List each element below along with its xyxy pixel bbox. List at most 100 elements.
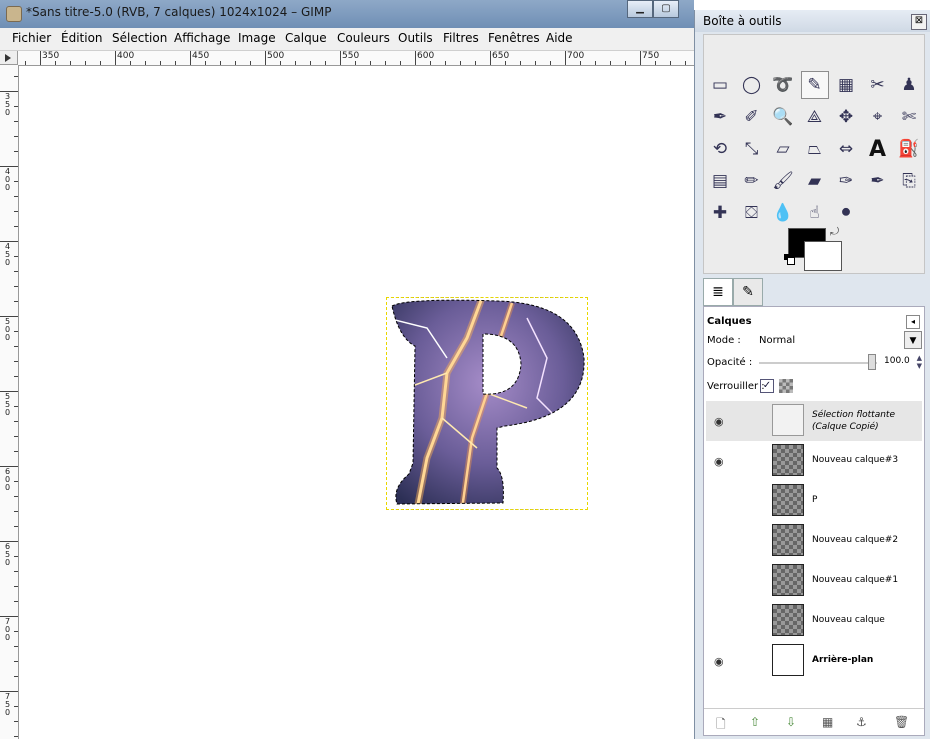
move-icon[interactable]: ✥ xyxy=(832,103,860,131)
menu-9[interactable]: Fenêtres xyxy=(488,31,540,45)
airbrush-icon[interactable]: ✑ xyxy=(832,167,860,195)
layer-row[interactable]: Nouveau calque#1 xyxy=(706,561,922,601)
visibility-eye-icon[interactable]: ◉ xyxy=(714,415,724,428)
layer-row[interactable]: Nouveau calque xyxy=(706,601,922,641)
opacity-spin-button[interactable]: ▲ ▼ xyxy=(917,354,922,370)
foreground-select-icon[interactable]: ♟ xyxy=(895,71,923,99)
flip-icon[interactable]: ⇔ xyxy=(832,135,860,163)
anchor-layer-icon[interactable]: ⚓ xyxy=(856,715,867,729)
raise-layer-icon[interactable]: ⇧ xyxy=(750,715,760,729)
blur-icon[interactable]: 💧 xyxy=(769,199,797,227)
layer-thumbnail[interactable] xyxy=(772,564,804,596)
clone-icon[interactable]: ⎘ xyxy=(895,167,923,195)
paintbrush-icon[interactable]: 🖌 xyxy=(769,167,797,195)
opacity-slider-thumb[interactable] xyxy=(868,354,876,370)
perspective-icon[interactable]: ⏢ xyxy=(801,135,829,163)
ellipse-select-icon[interactable]: ◯ xyxy=(738,71,766,99)
layer-name[interactable]: Sélection flottante (Calque Copié) xyxy=(812,409,920,433)
menu-0[interactable]: Fichier xyxy=(12,31,51,45)
layer-thumbnail[interactable] xyxy=(772,444,804,476)
opacity-value[interactable]: 100.0 xyxy=(884,356,910,366)
eraser-icon[interactable]: ▰ xyxy=(801,167,829,195)
menu-2[interactable]: Sélection xyxy=(112,31,167,45)
layer-row[interactable]: ◉ Arrière-plan xyxy=(706,641,922,681)
ruler-corner-menu[interactable] xyxy=(0,51,18,65)
color-select-icon[interactable]: ▦ xyxy=(832,71,860,99)
rect-select-icon[interactable]: ▭ xyxy=(706,71,734,99)
mode-select-value[interactable]: Normal xyxy=(759,335,795,346)
lower-layer-icon[interactable]: ⇩ xyxy=(786,715,796,729)
perspective-clone-icon[interactable]: ⛋ xyxy=(738,199,766,227)
layer-row[interactable]: ◉ Sélection flottante (Calque Copié) xyxy=(706,401,922,441)
smudge-icon[interactable]: ☝ xyxy=(801,199,829,227)
menu-6[interactable]: Couleurs xyxy=(337,31,390,45)
layer-thumbnail[interactable] xyxy=(772,524,804,556)
layer-thumbnail[interactable] xyxy=(772,404,804,436)
free-select-icon[interactable]: ➰ xyxy=(769,71,797,99)
layer-name[interactable]: Arrière-plan xyxy=(812,655,873,665)
image-canvas[interactable] xyxy=(19,66,694,739)
text-icon[interactable]: A xyxy=(864,135,892,163)
delete-layer-icon[interactable]: 🗑 xyxy=(894,715,909,729)
menu-4[interactable]: Image xyxy=(238,31,276,45)
layer-name[interactable]: Nouveau calque xyxy=(812,615,885,625)
new-layer-icon[interactable]: 🗋 xyxy=(716,715,726,736)
menu-1[interactable]: Édition xyxy=(61,31,103,45)
vertical-ruler[interactable]: 350 400 450 500 550 600 650 700 750 xyxy=(0,65,19,739)
toolbox-close-button[interactable]: ⊠ xyxy=(911,14,927,30)
paths-icon[interactable]: ✒ xyxy=(706,103,734,131)
visibility-eye-icon[interactable]: ◉ xyxy=(714,455,724,468)
swap-colors-icon[interactable]: ⤾ xyxy=(830,225,839,239)
visibility-eye-icon[interactable]: ◉ xyxy=(714,655,724,668)
rotate-icon[interactable]: ⟲ xyxy=(706,135,734,163)
menu-10[interactable]: Aide xyxy=(546,31,573,45)
zoom-icon[interactable]: 🔍 xyxy=(769,103,797,131)
menu-8[interactable]: Filtres xyxy=(443,31,479,45)
crop-icon[interactable]: ✄ xyxy=(895,103,923,131)
measure-icon[interactable]: ⟁ xyxy=(801,103,829,131)
horizontal-ruler[interactable]: 350 400 450 500 550 600 650 700 750 xyxy=(18,51,694,66)
tab-layers[interactable]: ≣ xyxy=(703,278,733,306)
minimize-button[interactable]: ▁ xyxy=(627,0,653,18)
lock-alpha-icon[interactable] xyxy=(779,379,793,393)
duplicate-layer-icon[interactable]: ▦ xyxy=(822,715,833,729)
mode-dropdown-button[interactable]: ▼ xyxy=(904,331,922,349)
menu-3[interactable]: Affichage xyxy=(174,31,230,45)
menu-5[interactable]: Calque xyxy=(285,31,327,45)
layer-name[interactable]: P xyxy=(812,495,817,505)
layer-thumbnail[interactable] xyxy=(772,604,804,636)
layer-row[interactable]: ◉ Nouveau calque#3 xyxy=(706,441,922,481)
shear-icon[interactable]: ▱ xyxy=(769,135,797,163)
background-color-swatch[interactable] xyxy=(804,241,842,271)
title-bar[interactable]: *Sans titre-5.0 (RVB, 7 calques) 1024x10… xyxy=(0,0,694,28)
scale-icon[interactable]: ⤡ xyxy=(738,135,766,163)
layer-row[interactable]: P xyxy=(706,481,922,521)
layer-name[interactable]: Nouveau calque#2 xyxy=(812,535,898,545)
heal-icon[interactable]: ✚ xyxy=(706,199,734,227)
dodge-burn-icon[interactable]: ⚫ xyxy=(832,199,860,227)
scissors-icon[interactable]: ✂ xyxy=(864,71,892,99)
opacity-slider[interactable] xyxy=(759,362,877,364)
maximize-button[interactable]: ▢ xyxy=(653,0,679,18)
bucket-fill-icon[interactable]: ⛽ xyxy=(895,135,923,163)
align-icon[interactable]: ⌖ xyxy=(864,103,892,131)
layers-menu-button[interactable]: ◂ xyxy=(906,315,920,329)
toolbox-window: Boîte à outils ⊠ ⤾ ▭ ◯ ➰ ✎ ▦ ✂ ♟ ✒ ✐ 🔍 ⟁ ✥ ⌖ ✄ ⟲ ⤡ ▱ ⏢ ⇔ A ⛽… xyxy=(694,10,930,739)
layer-row[interactable]: Nouveau calque#2 xyxy=(706,521,922,561)
reset-colors-icon[interactable] xyxy=(784,254,795,265)
color-picker-icon[interactable]: ✐ xyxy=(738,103,766,131)
layer-thumbnail[interactable] xyxy=(772,644,804,676)
floating-selection-layer[interactable] xyxy=(386,297,588,510)
layer-name[interactable]: Nouveau calque#1 xyxy=(812,575,898,585)
pencil-icon[interactable]: ✏ xyxy=(738,167,766,195)
lock-pixels-checkbox[interactable]: ✓ xyxy=(760,379,774,393)
fuzzy-select-icon[interactable]: ✎ xyxy=(800,71,829,99)
toolbox-title-bar[interactable]: Boîte à outils ⊠ xyxy=(695,10,930,32)
ruler-tick xyxy=(14,211,18,212)
blend-icon[interactable]: ▤ xyxy=(706,167,734,195)
layer-name[interactable]: Nouveau calque#3 xyxy=(812,455,898,465)
layer-thumbnail[interactable] xyxy=(772,484,804,516)
ink-icon[interactable]: ✒ xyxy=(864,167,892,195)
menu-7[interactable]: Outils xyxy=(398,31,433,45)
tab-tool-options[interactable]: ✎ xyxy=(733,278,763,306)
